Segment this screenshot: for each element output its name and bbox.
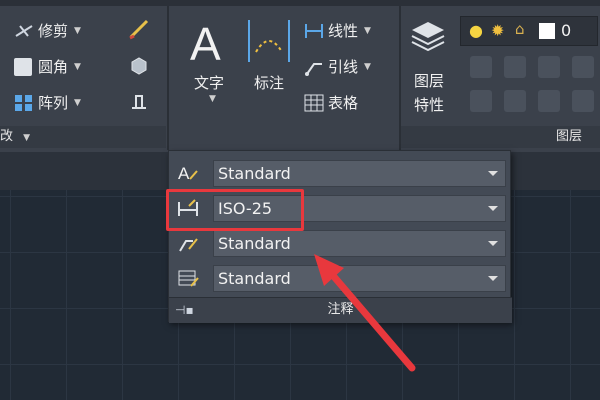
current-layer-name: 0 [561,21,572,40]
layer-tool-icon[interactable] [504,90,526,112]
fillet-icon [14,57,32,76]
text-style-icon: A [177,163,199,183]
modify-panel-title[interactable]: 改 ▼ [0,126,166,148]
edit-icon[interactable] [128,18,150,40]
trim-icon [14,22,33,40]
lightbulb-icon: ● [469,21,483,40]
chevron-down-icon [488,276,498,281]
layer-tool-icon[interactable] [470,90,492,112]
layer-tool-icon[interactable] [572,56,594,78]
leader-button[interactable]: 引线 ▼ [304,56,371,77]
trim-button[interactable]: 修剪 ▼ [14,20,81,41]
3d-box-icon[interactable] [128,54,150,76]
chevron-down-icon: ▼ [23,133,31,143]
text-style-value: Standard [218,164,291,183]
layer-tool-icon[interactable] [504,56,526,78]
table-label: 表格 [328,94,359,112]
array-button[interactable]: 阵列 ▼ [14,92,81,113]
leader-label: 引线 [328,58,359,76]
leader-icon [304,58,322,76]
svg-text:A: A [190,20,221,64]
fillet-button[interactable]: 圆角 ▼ [14,56,81,77]
layer-properties-icon[interactable] [408,16,448,60]
red-arrow-icon [314,254,416,372]
table-style-value: Standard [218,269,291,288]
linear-dimension-icon [304,22,323,40]
linear-dimension-button[interactable]: 线性 ▼ [304,20,371,41]
text-style-select[interactable]: Standard [213,160,506,187]
chevron-down-icon[interactable]: ▼ [209,94,216,104]
trim-label: 修剪 [38,22,69,40]
chevron-down-icon: ▼ [74,97,81,108]
table-icon [304,94,324,112]
chevron-down-icon [488,206,498,211]
layers-panel-title[interactable]: 图层 [401,126,600,148]
panel-divider [167,6,169,150]
layer-dropdown[interactable]: ● ✹ ⌂ 0 [460,16,598,46]
fillet-label: 圆角 [38,58,69,76]
layer-tool-icon[interactable] [572,90,594,112]
highlight-box [166,189,304,231]
multileader-style-value: Standard [218,234,291,253]
svg-text:A: A [178,164,190,183]
lock-icon: ⌂ [515,20,525,38]
ribbon: 修剪 ▼ 圆角 ▼ 阵列 ▼ 改 ▼ A 文字 ▼ 标注 线性 ▼ 引线 ▼ 表… [0,0,600,152]
text-style-row: A Standard [169,157,512,189]
stretch-icon[interactable] [128,90,150,112]
dimension-tool-icon[interactable] [246,16,292,70]
layer-tool-icon[interactable] [538,90,560,112]
layer-tool-icon[interactable] [538,56,560,78]
chevron-down-icon: ▼ [364,25,371,36]
pin-icon[interactable]: ⊣▪ [175,298,194,322]
text-tool-icon[interactable]: A [188,18,228,70]
text-tool-label: 文字 [193,74,224,92]
multileader-style-icon [177,233,199,253]
sun-icon: ✹ [491,21,505,40]
modify-panel-title-text: 改 [0,129,14,144]
table-style-icon [177,268,199,288]
linear-dimension-label: 线性 [328,22,359,40]
table-button[interactable]: 表格 [304,92,358,113]
layer-tool-icon[interactable] [470,56,492,78]
ribbon-tab-strip [0,0,600,6]
array-label: 阵列 [38,94,69,112]
chevron-down-icon: ▼ [74,25,81,36]
dimension-tool-label: 标注 [253,74,284,92]
chevron-down-icon: ▼ [364,61,371,72]
chevron-down-icon: ▼ [74,61,81,72]
layer-properties-label-line1: 图层 [413,72,444,90]
chevron-down-icon [488,171,498,176]
array-icon [14,94,32,112]
chevron-down-icon [488,241,498,246]
layer-properties-label-line2: 特性 [413,96,444,114]
layer-color-swatch [539,23,555,39]
